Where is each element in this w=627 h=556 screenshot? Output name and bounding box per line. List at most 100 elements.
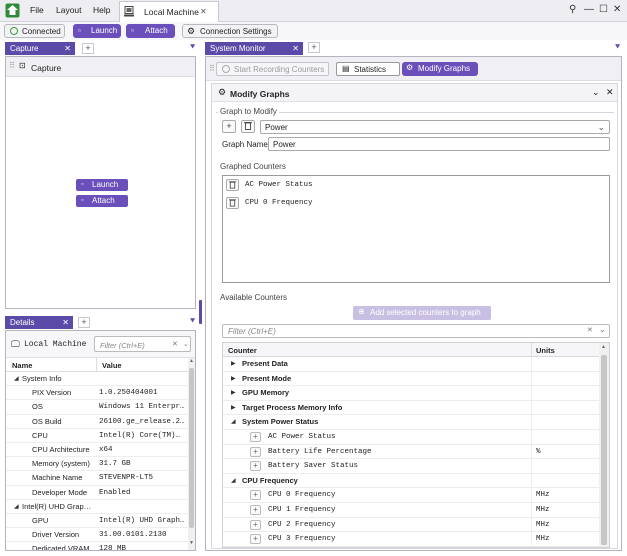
add-counter-icon[interactable]: +	[250, 446, 261, 457]
monitor-add-tab-button[interactable]: +	[308, 42, 320, 53]
filter-clear-icon[interactable]: ✕	[587, 326, 593, 334]
counter-row[interactable]: + Battery Life Percentage%	[223, 444, 599, 460]
collapse-triangle-icon[interactable]: ◢	[14, 372, 19, 386]
counter-row[interactable]: + CPU 0 Frequency MHz	[223, 488, 599, 503]
details-scrollbar[interactable]: ▲ ▼	[188, 358, 195, 550]
scroll-up-icon[interactable]: ▲	[601, 344, 606, 350]
tab-system-monitor[interactable]: System Monitor ✕	[205, 42, 303, 55]
table-row[interactable]: Machine Name STEVENPR-LT5	[6, 471, 188, 486]
scroll-down-icon[interactable]: ▼	[189, 540, 194, 546]
modify-graphs-button[interactable]: ⚙ Modify Graphs	[402, 62, 478, 76]
counter-row[interactable]: ◢ CPU Frequency	[223, 473, 599, 489]
table-row[interactable]: Developer Mode Enabled	[6, 486, 188, 500]
add-counter-icon[interactable]: +	[250, 490, 261, 501]
graphed-counter-item[interactable]: AC Power Status	[245, 181, 313, 189]
menu-help[interactable]: Help	[93, 5, 110, 15]
details-add-tab-button[interactable]: +	[78, 317, 90, 328]
counters-filter-input[interactable]: Filter (Ctrl+E) ✕ ⌄	[222, 324, 610, 338]
table-row[interactable]: CPU Architecture x64	[6, 443, 188, 458]
tab-details[interactable]: Details ✕	[5, 316, 73, 329]
table-row[interactable]: OS Build 26100.ge_release.2…	[6, 415, 188, 429]
expanded-triangle-icon[interactable]: ◢	[231, 474, 236, 489]
counter-row[interactable]: + AC Power Status	[223, 429, 599, 445]
capture-panel-menu-icon[interactable]: ⯆	[189, 42, 196, 53]
counter-row[interactable]: + CPU 1 Frequency MHz	[223, 502, 599, 518]
monitor-panel-menu-icon[interactable]: ⯆	[614, 42, 621, 53]
splitter-handle[interactable]	[199, 300, 202, 324]
collapsed-triangle-icon[interactable]: ▶	[231, 401, 236, 416]
counter-row[interactable]: ▶ Present Mode	[223, 371, 599, 387]
col-units-header[interactable]: Units	[536, 346, 555, 355]
drag-grip-icon[interactable]: ⠿	[209, 64, 215, 73]
launch-button[interactable]: ▫ Launch	[73, 24, 121, 38]
minimize-icon[interactable]: —	[584, 4, 594, 15]
filter-chevron-down-icon[interactable]: ⌄	[599, 325, 606, 334]
remove-counter-button[interactable]	[226, 179, 239, 191]
add-graph-button[interactable]: +	[222, 120, 236, 133]
filter-chevron-down-icon[interactable]: ⌄	[183, 340, 189, 348]
col-name-header[interactable]: Name	[12, 361, 32, 370]
counter-row[interactable]: + CPU 2 Frequency MHz	[223, 517, 599, 533]
capture-launch-button[interactable]: ▫ Launch	[76, 179, 128, 191]
details-tab-close-icon[interactable]: ✕	[62, 316, 69, 329]
close-pane-icon[interactable]: ✕	[606, 87, 614, 98]
graphed-counter-item[interactable]: CPU 0 Frequency	[245, 199, 313, 207]
counters-scrollbar[interactable]: ▲	[599, 343, 609, 547]
counter-row[interactable]: + Battery Saver Status	[223, 459, 599, 474]
collapse-triangle-icon[interactable]: ◢	[14, 500, 19, 514]
counter-row[interactable]: ◢ System Power Status	[223, 415, 599, 430]
add-selected-counters-button[interactable]: ⊕ Add selected counters to graph	[353, 306, 491, 320]
connection-settings-button[interactable]: ⚙ Connection Settings	[182, 24, 278, 38]
collapse-chevron-icon[interactable]: ⌄	[592, 87, 600, 98]
graph-name-input[interactable]: Power	[268, 137, 610, 151]
pin-icon[interactable]: ⚲	[569, 4, 576, 15]
counters-scroll-thumb[interactable]	[601, 355, 607, 545]
add-counter-icon[interactable]: +	[250, 504, 261, 515]
graph-select[interactable]: Power ⌄	[260, 120, 610, 134]
filter-clear-icon[interactable]: ✕	[172, 340, 178, 348]
add-counter-icon[interactable]: +	[250, 431, 261, 442]
table-row[interactable]: Dedicated VRAM 128 MB	[6, 542, 188, 550]
capture-tab-close-icon[interactable]: ✕	[64, 42, 71, 55]
tab-local-machine[interactable]: Local Machine ✕	[119, 1, 219, 22]
delete-graph-button[interactable]	[241, 120, 255, 133]
drag-grip-icon[interactable]: ⠿	[9, 61, 15, 70]
col-value-header[interactable]: Value	[102, 361, 122, 370]
system-monitor-tab-close-icon[interactable]: ✕	[292, 42, 299, 55]
menu-file[interactable]: File	[30, 5, 44, 15]
add-counter-icon[interactable]: +	[250, 534, 261, 545]
expanded-triangle-icon[interactable]: ◢	[231, 415, 236, 430]
table-row[interactable]: Driver Version 31.00.0101.2130	[6, 528, 188, 543]
scroll-up-icon[interactable]: ▲	[189, 358, 194, 364]
table-row[interactable]: ◢ Intel(R) UHD Grap…	[6, 500, 188, 514]
maximize-icon[interactable]: ☐	[599, 4, 608, 15]
details-scroll-thumb[interactable]	[189, 368, 194, 528]
counter-row[interactable]: + CPU 3 Frequency MHz	[223, 532, 599, 547]
col-counter-header[interactable]: Counter	[228, 346, 257, 355]
counter-row[interactable]: ▶ GPU Memory	[223, 386, 599, 401]
details-filter-input[interactable]: Filter (Ctrl+E) ✕ ⌄	[94, 336, 191, 352]
statistics-button[interactable]: ▤ Statistics	[336, 62, 400, 76]
collapsed-triangle-icon[interactable]: ▶	[231, 372, 236, 387]
table-row[interactable]: PIX Version 1.0.250404001	[6, 386, 188, 401]
menu-layout[interactable]: Layout	[56, 5, 82, 15]
counter-row[interactable]: ▶ Present Data	[223, 357, 599, 372]
connected-button[interactable]: Connected	[4, 24, 65, 38]
details-panel-menu-icon[interactable]: ⯆	[189, 316, 196, 327]
table-row[interactable]: CPU Intel(R) Core(TM)…	[6, 429, 188, 443]
add-counter-icon[interactable]: +	[250, 519, 261, 530]
table-row[interactable]: Memory (system) 31.7 GB	[6, 457, 188, 472]
table-row[interactable]: GPU Intel(R) UHD Graph…	[6, 514, 188, 529]
counter-row[interactable]: ▶ Target Process Memory Info	[223, 400, 599, 416]
collapsed-triangle-icon[interactable]: ▶	[231, 357, 236, 372]
tab-capture[interactable]: Capture ✕	[5, 42, 75, 55]
remove-counter-button[interactable]	[226, 197, 239, 209]
capture-attach-button[interactable]: ▫ Attach	[76, 195, 128, 207]
tab-close-icon[interactable]: ✕	[200, 7, 207, 16]
collapsed-triangle-icon[interactable]: ▶	[231, 386, 236, 401]
add-counter-icon[interactable]: +	[250, 461, 261, 472]
table-row[interactable]: OS Windows 11 Enterpr…	[6, 400, 188, 415]
capture-add-tab-button[interactable]: +	[82, 43, 94, 54]
table-row[interactable]: ◢ System Info	[6, 372, 188, 387]
start-recording-button[interactable]: Start Recording Counters	[216, 62, 329, 76]
